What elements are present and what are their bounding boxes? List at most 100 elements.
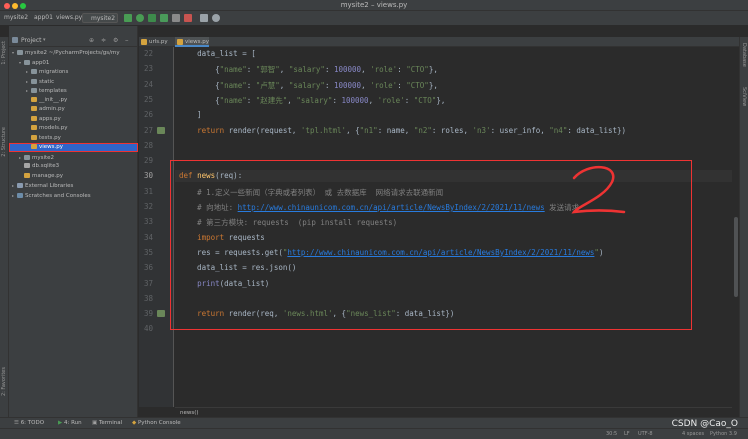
line-number: 26 — [143, 110, 153, 120]
tree-item-label: External Libraries — [25, 183, 74, 189]
wrench-icon[interactable] — [200, 14, 208, 22]
gear-icon[interactable]: ⚙ — [113, 37, 118, 44]
database-tool-tab[interactable]: Database — [741, 43, 747, 67]
tree-item[interactable]: __init__.py — [9, 96, 138, 105]
search-icon[interactable] — [212, 14, 220, 22]
code-line[interactable]: ] — [179, 110, 202, 119]
run-icon[interactable] — [124, 14, 132, 22]
python-file-icon — [177, 39, 183, 45]
python-interpreter[interactable]: Python 3.9 — [710, 430, 737, 439]
left-tool-stripe: 1: Project 2: Structure 2: Favorites — [0, 37, 9, 417]
breadcrumb-folder[interactable]: app01 — [34, 14, 53, 21]
concurrency-icon[interactable] — [172, 14, 180, 22]
breadcrumb-file[interactable]: views.py — [56, 14, 82, 21]
tree-item[interactable]: ▸ migrations — [9, 67, 138, 76]
annotation-handwritten-mark — [571, 165, 626, 214]
editor-tab[interactable]: views.py — [175, 37, 209, 47]
py-icon — [31, 125, 37, 130]
coverage-icon[interactable] — [148, 14, 156, 22]
project-panel: Project ▾ ⊕ ≑ ⚙ – ▾ mysite2 ~/PycharmProj… — [9, 26, 138, 417]
code-line[interactable]: {"name": "郭智", "salary": 100000, 'role':… — [179, 64, 438, 75]
tree-item[interactable]: ▸ External Libraries — [9, 181, 138, 190]
tree-item[interactable]: ▸ templates — [9, 86, 138, 95]
structure-tool-tab[interactable]: 2: Structure — [1, 127, 7, 157]
line-number: 22 — [143, 49, 153, 58]
profile-icon[interactable] — [160, 14, 168, 22]
hide-icon[interactable]: – — [125, 36, 129, 44]
tree-item[interactable]: ▾ app01 — [9, 58, 138, 67]
line-number: 32 — [143, 202, 153, 211]
todo-tool-label: 6: TODO — [20, 420, 45, 426]
tree-item[interactable]: tests.py — [9, 134, 138, 143]
tree-item[interactable]: models.py — [9, 124, 138, 133]
tree-item-label: migrations — [39, 69, 69, 75]
project-panel-title[interactable]: Project — [21, 37, 42, 44]
locate-icon[interactable]: ⊕ — [89, 37, 94, 44]
scrollbar-thumb[interactable] — [734, 217, 738, 297]
gutter-template-icon[interactable] — [157, 310, 165, 318]
tree-item[interactable]: admin.py — [9, 105, 138, 114]
sciview-tool-tab[interactable]: SciView — [741, 87, 747, 106]
tree-item-label: Scratches and Consoles — [25, 192, 91, 199]
file-encoding[interactable]: UTF-8 — [638, 430, 653, 439]
gutter-template-icon[interactable] — [157, 126, 165, 134]
db-icon — [24, 163, 30, 168]
tree-item[interactable]: views.py — [9, 143, 138, 152]
line-number: 28 — [143, 140, 153, 150]
code-line[interactable]: {"name": "卢慧", "salary": 100000, 'role':… — [179, 80, 438, 91]
py-icon — [24, 172, 30, 178]
code-line[interactable]: {"name": "赵建先", "salary": 100000, 'role'… — [179, 95, 445, 106]
tree-item[interactable]: manage.py — [9, 172, 138, 181]
tree-item-label: app01 — [32, 59, 50, 66]
tree-item[interactable]: ▸ mysite2 — [9, 153, 138, 162]
run-configuration-select[interactable]: mysite2 ▾ — [82, 13, 118, 31]
project-view-dropdown-icon[interactable]: ▾ — [43, 37, 46, 43]
project-view-icon — [12, 37, 18, 43]
tree-item-label: templates — [39, 88, 67, 94]
python-file-icon — [141, 39, 147, 45]
editor-breadcrumb[interactable]: news() — [175, 407, 732, 417]
py-icon — [31, 134, 37, 140]
line-number: 30 — [143, 171, 153, 181]
code-line[interactable]: return render(request, 'tpl.html', {"n1"… — [179, 126, 626, 135]
scratch-icon — [17, 192, 23, 198]
debug-icon[interactable] — [136, 14, 144, 22]
caret-position[interactable]: 30:5 — [606, 430, 617, 439]
tree-item[interactable]: db.sqlite3 — [9, 162, 138, 171]
todo-icon: ☰ — [14, 420, 21, 426]
editor-scrollbar[interactable] — [733, 47, 739, 407]
project-panel-header: Project ▾ ⊕ ≑ ⚙ – — [9, 36, 138, 47]
project-tool-tab[interactable]: 1: Project — [1, 41, 7, 65]
tree-item[interactable]: ▸ Scratches and Consoles — [9, 191, 138, 200]
tree-item[interactable]: ▾ mysite2 ~/PycharmProjects/gs/my — [9, 48, 138, 57]
folder-icon — [24, 154, 30, 160]
indent-setting[interactable]: 4 spaces — [682, 430, 704, 439]
code-line[interactable]: data_list = [ — [179, 49, 256, 58]
terminal-tool-button[interactable]: ▣ Terminal — [92, 419, 122, 428]
favorites-tool-tab[interactable]: 2: Favorites — [1, 367, 7, 396]
py-icon — [31, 144, 37, 149]
tree-item-label: manage.py — [32, 172, 63, 179]
folder-icon — [31, 78, 37, 84]
editor-tab[interactable]: urls.py — [139, 37, 173, 47]
terminal-icon: ▣ — [92, 420, 99, 426]
run-tool-button[interactable]: ▶ 4: Run — [58, 419, 82, 428]
line-number: 36 — [143, 263, 153, 273]
run-config-label: mysite2 — [91, 15, 116, 22]
editor-tab-label: urls.py — [149, 39, 168, 45]
stop-icon[interactable] — [184, 14, 192, 22]
editor-tab-label: views.py — [185, 39, 210, 45]
breadcrumb-project[interactable]: mysite2 — [4, 14, 28, 21]
tree-item[interactable]: ▸ static — [9, 77, 138, 86]
collapse-all-icon[interactable]: ≑ — [101, 37, 106, 44]
tree-item[interactable]: apps.py — [9, 115, 138, 124]
todo-tool-button[interactable]: ☰ 6: TODO — [14, 419, 44, 428]
python-console-tool-button[interactable]: ◆ Python Console — [132, 419, 181, 428]
tree-item-label: mysite2 — [32, 154, 55, 161]
line-separator[interactable]: LF — [624, 430, 630, 439]
py-icon — [31, 96, 37, 102]
py-icon — [31, 115, 37, 121]
tree-item-label: admin.py — [39, 106, 65, 112]
right-tool-stripe: Database SciView — [739, 37, 748, 417]
run-tool-label: 4: Run — [63, 420, 82, 426]
